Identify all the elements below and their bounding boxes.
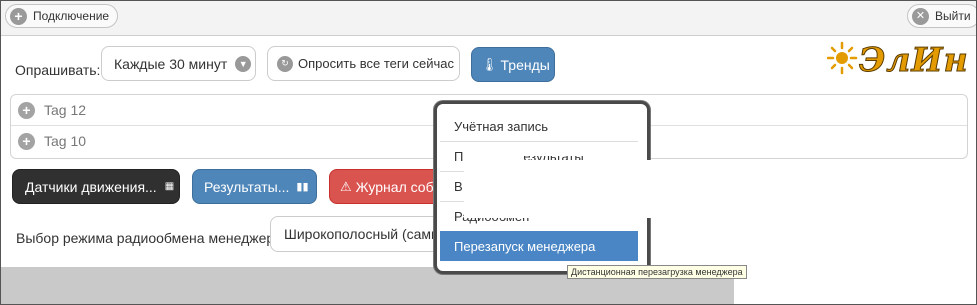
radio-mode-label: Выбор режима радиообмена менеджера: [16, 230, 286, 246]
motion-sensors-label: Датчики движения... [25, 178, 157, 195]
results-label: Результаты... [204, 178, 290, 195]
menu-item-account[interactable]: Учётная запись [440, 111, 638, 141]
grid-icon: ▦ [164, 181, 175, 192]
top-bar: + Подключение ✕ Выйти [1, 1, 976, 36]
results-button[interactable]: Результаты... ▮▮ [192, 169, 317, 204]
poll-interval-value: Каждые 30 минут [114, 55, 228, 72]
poll-all-label: Опросить все теги сейчас [298, 56, 454, 71]
refresh-icon: ↻ [277, 55, 293, 72]
menu-item-restart-manager[interactable]: Перезапуск менеджера [440, 231, 638, 261]
occlusion-block [734, 267, 976, 304]
menu-item-label: В [454, 179, 463, 194]
plus-icon: + [10, 7, 27, 25]
motion-sensors-button[interactable]: Датчики движения... ▦ [12, 169, 180, 204]
event-log-button[interactable]: ⚠ Журнал собы [329, 169, 441, 204]
tag-label: Tag 10 [44, 133, 87, 149]
warning-icon: ⚠ [340, 178, 352, 194]
logo-text: ЭлИн [859, 40, 969, 80]
menu-item-label: Перезапуск менеджера [454, 238, 596, 254]
event-log-label: Журнал собы [355, 178, 441, 195]
occlusion-block [472, 145, 601, 156]
bar-chart-icon: ▮▮ [296, 181, 309, 193]
poll-label: Опрашивать: [15, 62, 101, 78]
plus-icon[interactable]: + [18, 132, 35, 150]
chevron-down-icon: ▼ [235, 55, 252, 72]
thermometer-icon: 🌡 [481, 56, 498, 72]
menu-item-label: П [454, 149, 464, 164]
logout-label: Выйти [935, 9, 971, 23]
occlusion-block [659, 218, 976, 267]
radio-mode-value: Широкополосный (самый [284, 226, 445, 242]
app-window: + Подключение ✕ Выйти Опрашивать: Каждые… [0, 0, 977, 305]
plus-icon[interactable]: + [18, 101, 35, 119]
radio-mode-select[interactable]: Широкополосный (самый [270, 216, 445, 252]
trends-button[interactable]: 🌡 Тренды [471, 47, 555, 82]
tooltip: Дистанционная перезагрузка менеджера [567, 265, 747, 279]
poll-all-button[interactable]: ↻ Опросить все теги сейчас [267, 46, 460, 81]
menu-item-label: Учётная запись [454, 118, 549, 134]
poll-interval-select[interactable]: Каждые 30 минут ▼ [101, 46, 256, 81]
logout-button[interactable]: ✕ Выйти [907, 4, 976, 28]
connect-label: Подключение [33, 9, 110, 23]
close-icon: ✕ [912, 7, 929, 25]
trends-label: Тренды [500, 56, 550, 73]
company-logo: ЭлИн [826, 39, 969, 80]
tag-label: Tag 12 [44, 102, 87, 118]
occlusion-block [464, 160, 976, 218]
connect-button[interactable]: + Подключение [5, 4, 119, 28]
